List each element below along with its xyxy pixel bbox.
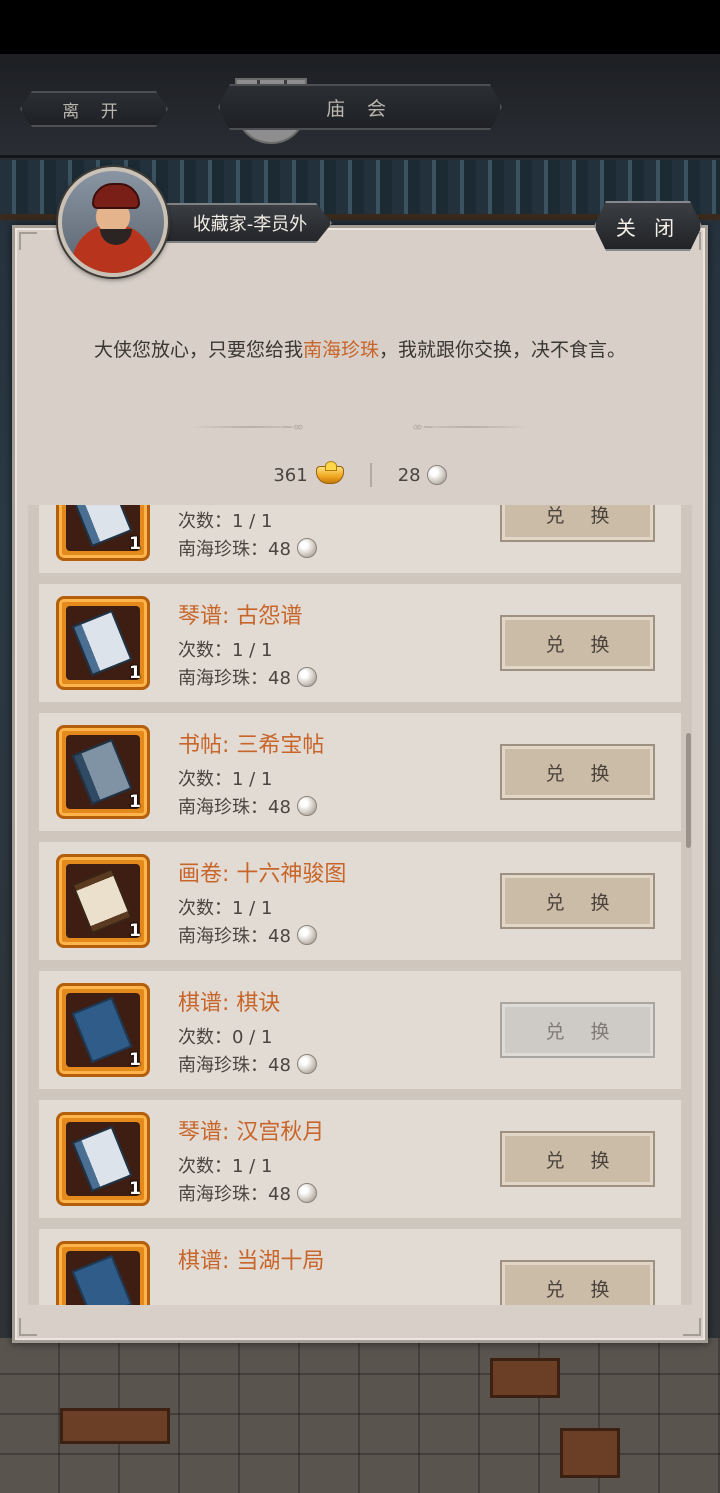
item-cost-text: 南海珍珠：48 [178, 668, 291, 689]
gold-ingot-icon [315, 461, 344, 484]
item-quantity: 1 [129, 1179, 141, 1199]
game-scene: 离 开 庙 会 收藏家-李员外 关 闭 大侠您放心，只要您给我南海珍珠，我就跟你… [0, 0, 720, 1493]
item-title: 棋谱: 当湖十局 [178, 1249, 325, 1274]
item-uses: 次数：1 / 1 [178, 640, 273, 661]
temple-fair-title: 庙 会 [218, 84, 502, 130]
item-title: 书帖: 三希宝帖 [178, 733, 325, 758]
item-cost: 南海珍珠：48 [178, 922, 317, 948]
item-uses: 次数：0 / 1 [178, 1027, 273, 1048]
item-icon[interactable]: 1 [56, 505, 150, 561]
item-icon[interactable]: 1 [56, 596, 150, 690]
item-icon[interactable]: 1 [56, 725, 150, 819]
exchange-button[interactable]: 兑 换 [500, 1260, 655, 1305]
item-cost: 南海珍珠：48 [178, 664, 317, 690]
status-bar [0, 0, 720, 54]
exchange-item: 1 琴谱: 古怨谱次数：1 / 1 南海珍珠：48 兑 换 [39, 584, 681, 702]
item-quantity: 1 [129, 921, 141, 941]
exchange-item: 1 画卷: 十六神骏图次数：1 / 1 南海珍珠：48 兑 换 [39, 842, 681, 960]
exchange-list[interactable]: 1 次数：1 / 1 南海珍珠：48 兑 换 1 琴谱: 古怨谱 次数：1 / 1 南海珍珠：… [28, 505, 692, 1305]
item-uses: 次数：1 / 1 [178, 769, 273, 790]
item-icon[interactable]: 1 [56, 854, 150, 948]
exchange-item: 1 书帖: 三希宝帖次数：1 / 1 南海珍珠：48 兑 换 [39, 713, 681, 831]
item-cost-text: 南海珍珠：48 [178, 797, 291, 818]
item-quantity: 1 [129, 663, 141, 683]
item-title: 画卷: 十六神骏图 [178, 862, 347, 887]
pearl-icon [296, 667, 317, 687]
item-quantity: 1 [129, 792, 141, 812]
item-cost: 南海珍珠：48 [178, 793, 317, 819]
top-nav: 离 开 庙 会 [0, 54, 720, 158]
item-title: 棋谱: 棋诀 [178, 991, 281, 1016]
pearl-icon [426, 465, 447, 485]
exchange-item: 棋谱: 当湖十局 兑 换 [39, 1229, 681, 1305]
item-icon[interactable]: 1 [56, 983, 150, 1077]
dialogue-highlight: 南海珍珠 [302, 339, 379, 361]
item-quantity: 1 [129, 534, 141, 554]
pearl-icon [296, 1054, 317, 1074]
item-cost: 南海珍珠：48 [178, 535, 317, 561]
item-cost-text: 南海珍珠：48 [178, 539, 291, 560]
item-cost: 南海珍珠：48 [178, 1051, 317, 1077]
exchange-button[interactable]: 兑 换 [500, 744, 655, 800]
item-cost: 南海珍珠：48 [178, 1180, 317, 1206]
item-cost-text: 南海珍珠：48 [178, 1055, 291, 1076]
exchange-button[interactable]: 兑 换 [500, 505, 655, 542]
dialogue-text-before: 大侠您放心，只要您给我 [93, 339, 303, 361]
item-uses: 次数：1 / 1 [178, 898, 273, 919]
npc-avatar [58, 167, 168, 277]
item-title: 琴谱: 汉宫秋月 [178, 1120, 325, 1145]
item-uses: 次数：1 / 1 [178, 1156, 273, 1177]
list-scrollbar[interactable] [686, 733, 691, 848]
npc-dialogue: 大侠您放心，只要您给我南海珍珠，我就跟你交换，决不食言。 [40, 336, 680, 364]
item-icon[interactable] [56, 1241, 150, 1305]
pearl-icon [296, 538, 317, 558]
close-button[interactable]: 关 闭 [594, 201, 702, 251]
exchange-item: 1 棋谱: 棋诀次数：0 / 1 南海珍珠：48 兑 换 [39, 971, 681, 1089]
market-floor [0, 1338, 720, 1493]
item-uses: 次数：1 / 1 [178, 511, 273, 532]
exchange-button[interactable]: 兑 换 [500, 873, 655, 929]
leave-button[interactable]: 离 开 [20, 91, 168, 127]
exchange-item: 1 次数：1 / 1 南海珍珠：48 兑 换 [39, 505, 681, 573]
currency-separator [369, 463, 372, 487]
divider-ornament-left: ~∞ [282, 420, 304, 435]
exchange-item: 1 琴谱: 汉宫秋月次数：1 / 1 南海珍珠：48 兑 换 [39, 1100, 681, 1218]
pearl-icon [296, 925, 317, 945]
currency-bar: 361 28 [0, 460, 720, 490]
exchange-button[interactable]: 兑 换 [500, 615, 655, 671]
dialogue-text-after: ，我就跟你交换，决不食言。 [379, 339, 627, 361]
pearl-count: 28 [397, 464, 421, 486]
item-cost-text: 南海珍珠：48 [178, 926, 291, 947]
item-cost-text: 南海珍珠：48 [178, 1184, 291, 1205]
pearl-icon [296, 1183, 317, 1203]
exchange-button[interactable]: 兑 换 [500, 1002, 655, 1058]
item-quantity: 1 [129, 1050, 141, 1070]
npc-name-tag: 收藏家-李员外 [150, 203, 332, 243]
gold-ingot-count: 361 [273, 464, 308, 486]
item-title: 琴谱: 古怨谱 [178, 604, 303, 629]
divider-ornament-right: ∞~ [412, 420, 434, 435]
pearl-icon [296, 796, 317, 816]
exchange-button[interactable]: 兑 换 [500, 1131, 655, 1187]
item-icon[interactable]: 1 [56, 1112, 150, 1206]
